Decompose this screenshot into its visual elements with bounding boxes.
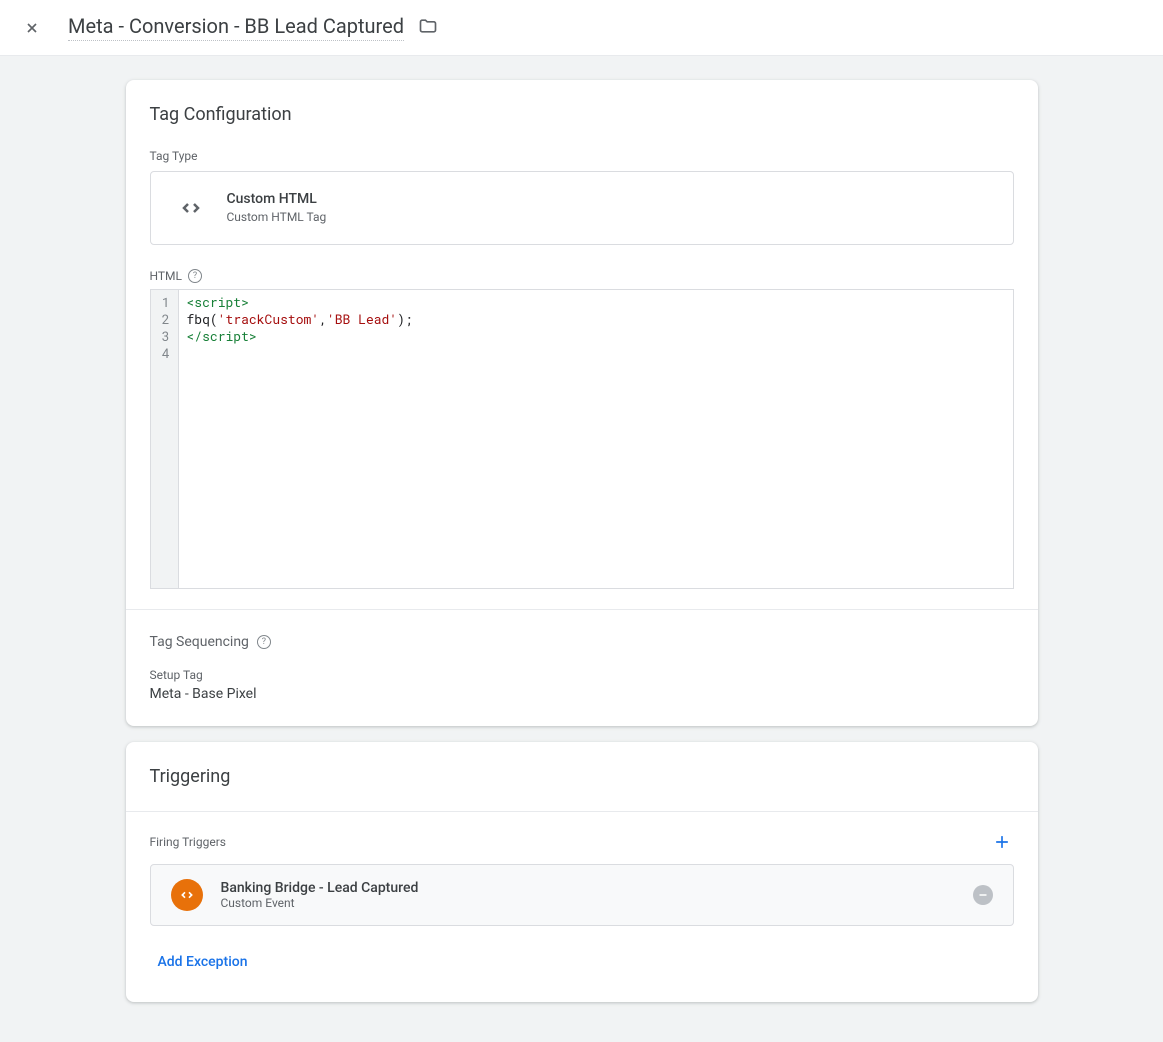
triggering-card: Triggering Firing Triggers Banking Bridg… <box>126 742 1038 1002</box>
add-exception-button[interactable]: Add Exception <box>146 946 1014 978</box>
tag-type-selector[interactable]: Custom HTML Custom HTML Tag <box>150 171 1014 245</box>
minus-icon <box>977 889 989 901</box>
html-label-row: HTML ? <box>150 269 1014 283</box>
setup-tag-label: Setup Tag <box>150 668 1014 682</box>
folder-button[interactable] <box>418 16 438 40</box>
close-icon <box>24 20 40 36</box>
setup-tag-value: Meta - Base Pixel <box>150 686 1014 702</box>
custom-event-icon <box>171 879 203 911</box>
page-title[interactable]: Meta - Conversion - BB Lead Captured <box>68 14 404 41</box>
trigger-name: Banking Bridge - Lead Captured <box>221 880 419 896</box>
tag-type-name: Custom HTML <box>227 190 327 210</box>
code-content: <script> fbq('trackCustom','BB Lead'); <… <box>179 290 1013 588</box>
tag-sequencing-label: Tag Sequencing <box>150 634 249 650</box>
trigger-type: Custom Event <box>221 896 419 910</box>
tag-sequencing-row: Tag Sequencing ? <box>150 634 1014 650</box>
tag-type-label: Tag Type <box>150 149 1014 163</box>
line-gutter: 1234 <box>151 290 179 588</box>
content-area: Tag Configuration Tag Type Custom HTML C… <box>126 56 1038 1042</box>
firing-triggers-header: Firing Triggers <box>150 830 1014 854</box>
close-button[interactable] <box>20 16 44 40</box>
tag-configuration-card: Tag Configuration Tag Type Custom HTML C… <box>126 80 1038 726</box>
code-icon <box>179 196 203 220</box>
folder-icon <box>418 16 438 36</box>
firing-triggers-label: Firing Triggers <box>150 835 226 849</box>
sequencing-help-button[interactable]: ? <box>257 635 271 649</box>
tag-config-title: Tag Configuration <box>150 104 1014 125</box>
remove-trigger-button[interactable] <box>973 885 993 905</box>
firing-trigger-row[interactable]: Banking Bridge - Lead Captured Custom Ev… <box>150 864 1014 926</box>
plus-icon <box>992 832 1012 852</box>
html-help-button[interactable]: ? <box>188 269 202 283</box>
trigger-text: Banking Bridge - Lead Captured Custom Ev… <box>221 880 419 910</box>
header-bar: Meta - Conversion - BB Lead Captured <box>0 0 1163 56</box>
triggering-title: Triggering <box>150 766 1014 787</box>
html-code-editor[interactable]: 1234 <script> fbq('trackCustom','BB Lead… <box>150 289 1014 589</box>
custom-html-icon <box>171 188 211 228</box>
divider <box>126 811 1038 812</box>
tag-type-text: Custom HTML Custom HTML Tag <box>227 190 327 226</box>
divider <box>126 609 1038 610</box>
code-brackets-icon <box>179 887 195 903</box>
add-trigger-button[interactable] <box>990 830 1014 854</box>
tag-type-subtitle: Custom HTML Tag <box>227 209 327 226</box>
html-label: HTML <box>150 269 183 283</box>
